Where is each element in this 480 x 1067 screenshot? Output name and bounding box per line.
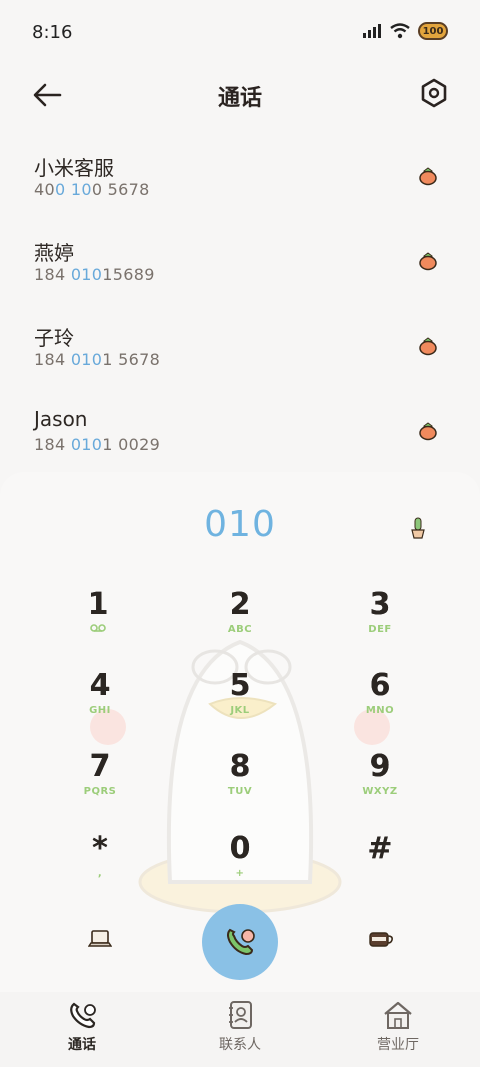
wifi-icon bbox=[390, 23, 410, 39]
contact-number: 184 0101 5678 bbox=[34, 350, 161, 369]
cactus-icon[interactable] bbox=[408, 516, 428, 540]
dial-key-3[interactable]: 3 DEF bbox=[330, 588, 430, 652]
dial-key-0[interactable]: 0 + bbox=[190, 832, 290, 896]
hexagon-settings-icon[interactable] bbox=[420, 78, 448, 108]
phone-icon bbox=[70, 1002, 96, 1029]
list-item[interactable]: 小米客服 400 100 5678 bbox=[0, 140, 480, 225]
call-button[interactable] bbox=[202, 904, 278, 980]
dial-key-2[interactable]: 2 ABC bbox=[190, 588, 290, 652]
dial-key-6[interactable]: 6 MNO bbox=[330, 669, 430, 733]
dial-key-9[interactable]: 9 WXYZ bbox=[330, 750, 430, 814]
contact-name: 子玲 bbox=[34, 326, 74, 350]
coffee-cup-icon[interactable] bbox=[368, 928, 394, 950]
house-icon bbox=[384, 1001, 412, 1029]
dial-key-star[interactable]: * , bbox=[50, 832, 150, 896]
nav-label: 营业厅 bbox=[377, 1037, 419, 1053]
strawberry-icon bbox=[419, 422, 437, 441]
dial-key-1[interactable]: 1 bbox=[48, 588, 148, 652]
page-title: 通话 bbox=[217, 86, 262, 111]
status-time: 8:16 bbox=[32, 22, 73, 43]
laptop-icon[interactable] bbox=[88, 928, 112, 950]
contact-results-list: 小米客服 400 100 5678 燕婷 184 01015689 子玲 184… bbox=[0, 140, 480, 480]
nav-tab-calls[interactable]: 通话 bbox=[22, 1000, 142, 1054]
nav-label: 联系人 bbox=[219, 1037, 261, 1053]
strawberry-icon bbox=[419, 252, 437, 271]
voicemail-icon bbox=[90, 624, 106, 632]
nav-tab-contacts[interactable]: 联系人 bbox=[180, 1000, 300, 1054]
dial-key-hash[interactable]: # bbox=[330, 832, 430, 896]
contact-number: 184 0101 0029 bbox=[34, 435, 161, 454]
status-bar: 8:16 100 bbox=[0, 0, 480, 60]
strawberry-icon bbox=[419, 337, 437, 356]
list-item[interactable]: Jason 184 0101 0029 bbox=[0, 395, 480, 480]
nav-label: 通话 bbox=[68, 1037, 96, 1053]
battery-indicator: 100 bbox=[418, 22, 448, 40]
dial-pad-panel: 010 1 2 ABC 3 DEF 4 GHI 5 JKL 6 MNO 7 PQ… bbox=[0, 472, 480, 992]
dial-key-7[interactable]: 7 PQRS bbox=[50, 750, 150, 814]
dial-key-4[interactable]: 4 GHI bbox=[50, 669, 150, 733]
contact-number: 184 01015689 bbox=[34, 265, 155, 284]
list-item[interactable]: 燕婷 184 01015689 bbox=[0, 225, 480, 310]
signal-icon bbox=[363, 24, 381, 38]
header: 通话 bbox=[0, 64, 480, 124]
contact-number: 400 100 5678 bbox=[34, 180, 150, 199]
nav-tab-business-hall[interactable]: 营业厅 bbox=[338, 1000, 458, 1054]
bottom-nav: 通话 联系人 营业厅 bbox=[0, 992, 480, 1067]
address-book-icon bbox=[229, 1001, 252, 1029]
dial-key-8[interactable]: 8 TUV bbox=[190, 750, 290, 814]
contact-name: 小米客服 bbox=[34, 156, 114, 180]
strawberry-icon bbox=[419, 167, 437, 186]
status-icons: 100 bbox=[362, 22, 448, 40]
contact-name: Jason bbox=[34, 407, 88, 431]
list-item[interactable]: 子玲 184 0101 5678 bbox=[0, 310, 480, 395]
contact-name: 燕婷 bbox=[34, 241, 74, 265]
dial-key-5[interactable]: 5 JKL bbox=[190, 669, 290, 733]
phone-call-icon bbox=[227, 928, 255, 956]
